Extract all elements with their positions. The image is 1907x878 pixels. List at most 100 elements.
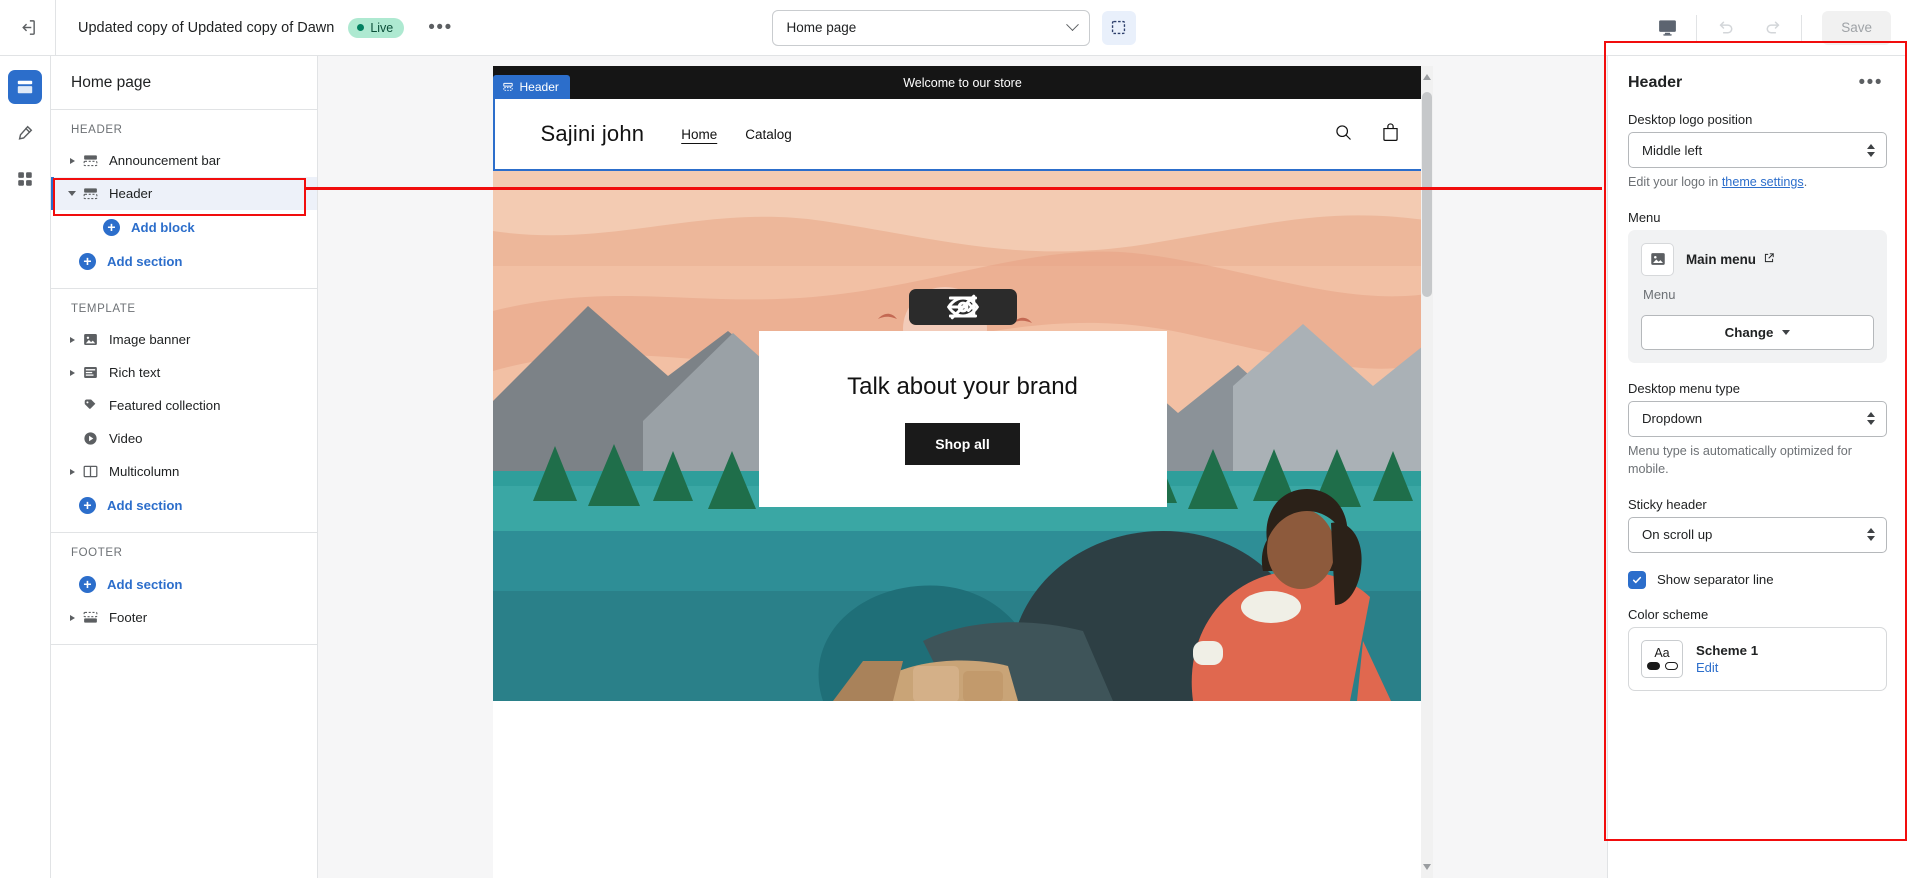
chevron-down-icon[interactable] (65, 191, 79, 196)
editor-body: Home page HEADER Announcement bar Header… (0, 56, 1907, 878)
add-block-button[interactable]: + Add block (51, 210, 317, 244)
group-label-header: HEADER (71, 124, 123, 136)
section-group-footer: FOOTER + Add section Footer (51, 533, 317, 645)
section-tag: Header (492, 75, 570, 99)
toolbar-divider-2 (1801, 14, 1803, 41)
chevron-right-icon[interactable] (65, 157, 79, 164)
theme-editor: Updated copy of Updated copy of Dawn Liv… (0, 0, 1907, 878)
cart-icon[interactable] (1380, 122, 1401, 146)
rail-item-sections[interactable] (8, 70, 42, 104)
status-badge: Live (348, 17, 405, 38)
swatch-text: Aa (1654, 645, 1670, 660)
sidebar-item-header[interactable]: Header (51, 177, 317, 210)
page-selector-value: Home page (786, 20, 857, 35)
search-icon[interactable] (1333, 122, 1354, 146)
chevron-right-icon[interactable] (65, 369, 79, 376)
select-arrows-icon (1867, 528, 1875, 542)
sidebar-item-video[interactable]: Video (51, 422, 317, 455)
sections-list: HEADER Announcement bar Header + Add blo… (51, 110, 317, 878)
select-region-icon[interactable] (1101, 10, 1136, 45)
page-selector[interactable]: Home page (771, 9, 1090, 46)
logo-position-select[interactable]: Middle left (1628, 132, 1887, 168)
separator-line-label: Show separator line (1657, 572, 1774, 588)
external-link-icon[interactable] (1763, 252, 1775, 267)
preview-scrollbar[interactable] (1420, 66, 1433, 878)
featured-collection-icon (79, 397, 101, 414)
section-group-template: TEMPLATE Image banner Rich text Featured… (51, 289, 317, 533)
logo-help-text: Edit your logo in theme settings. (1628, 174, 1887, 192)
settings-more-button[interactable]: ••• (1855, 73, 1887, 92)
color-scheme-card[interactable]: Aa Scheme 1 Edit (1628, 626, 1887, 691)
live-badge-label: Live (370, 20, 394, 35)
change-menu-label: Change (1724, 324, 1774, 340)
section-settings-panel: Header ••• Desktop logo position Middle … (1607, 56, 1907, 878)
color-scheme-label: Color scheme (1628, 606, 1709, 622)
scroll-up-icon[interactable] (1422, 74, 1431, 80)
separator-line-checkbox[interactable] (1628, 570, 1646, 589)
announcement-bar-icon (79, 152, 101, 169)
swatch-dot-filled (1646, 662, 1660, 671)
sidebar-item-label: Image banner (109, 332, 191, 347)
sticky-header-select[interactable]: On scroll up (1628, 516, 1887, 553)
select-arrows-icon (1867, 143, 1875, 157)
icon-rail (0, 56, 51, 878)
color-scheme-edit-link[interactable]: Edit (1696, 660, 1758, 675)
section-tag-label: Header (519, 80, 559, 94)
top-bar: Updated copy of Updated copy of Dawn Liv… (0, 0, 1907, 56)
sidebar-item-featured-collection[interactable]: Featured collection (51, 389, 317, 422)
rail-item-apps[interactable] (8, 162, 42, 196)
sidebar-item-image-banner[interactable]: Image banner (51, 323, 317, 356)
add-block-label: Add block (131, 219, 195, 235)
shop-all-button[interactable]: Shop all (905, 423, 1020, 465)
scrollbar-thumb[interactable] (1421, 92, 1432, 297)
store-actions (1333, 122, 1401, 146)
undo-icon[interactable] (1703, 0, 1749, 56)
color-scheme-swatch-icon: Aa (1641, 639, 1683, 678)
scroll-down-icon[interactable] (1422, 864, 1431, 870)
sidebar-item-announcement-bar[interactable]: Announcement bar (51, 144, 317, 177)
plus-icon: + (79, 496, 96, 514)
exit-icon[interactable] (0, 0, 56, 56)
image-banner-preview[interactable]: Talk about your brand Shop all (492, 171, 1433, 701)
chevron-right-icon[interactable] (65, 468, 79, 475)
rail-item-theme-settings[interactable] (8, 116, 42, 150)
sidebar-item-label: Video (109, 431, 143, 446)
hide-icon[interactable] (946, 293, 1009, 321)
menu-label: Menu (1628, 209, 1661, 225)
top-bar-center: Home page (771, 9, 1136, 46)
theme-actions-menu-button[interactable]: ••• (422, 18, 458, 37)
separator-line-row[interactable]: Show separator line (1628, 570, 1887, 589)
add-section-button-footer[interactable]: + Add section (51, 567, 317, 601)
chevron-right-icon[interactable] (65, 336, 79, 343)
sticky-header-value: On scroll up (1642, 527, 1713, 543)
add-section-button-template[interactable]: + Add section (51, 488, 317, 522)
menu-type-select[interactable]: Dropdown (1628, 400, 1887, 437)
nav-item-home[interactable]: Home (681, 127, 717, 142)
menu-name-label: Main menu (1686, 251, 1756, 267)
color-scheme-name: Scheme 1 (1696, 642, 1759, 658)
sidebar-item-label: Footer (109, 610, 148, 625)
desktop-icon[interactable] (1644, 0, 1690, 56)
sidebar-item-label: Multicolumn (109, 464, 180, 479)
nav-item-catalog[interactable]: Catalog (745, 127, 792, 142)
sidebar-item-multicolumn[interactable]: Multicolumn (51, 455, 317, 488)
theme-settings-link[interactable]: theme settings (1722, 175, 1804, 189)
save-button[interactable]: Save (1822, 10, 1891, 45)
sidebar-item-rich-text[interactable]: Rich text (51, 356, 317, 389)
sidebar-item-footer[interactable]: Footer (51, 601, 317, 634)
menu-type-help: Menu type is automatically optimized for… (1628, 443, 1852, 476)
theme-name: Updated copy of Updated copy of Dawn (78, 19, 335, 36)
announcement-text: Welcome to our store (903, 75, 1022, 90)
preview-header-section[interactable]: Header Sajini john Home Catalog (492, 75, 1433, 171)
redo-icon[interactable] (1749, 0, 1795, 56)
add-section-label: Add section (107, 576, 183, 592)
announcement-bar: Welcome to our store (492, 66, 1433, 99)
change-menu-button[interactable]: Change (1641, 314, 1874, 350)
plus-icon: + (103, 218, 120, 236)
add-section-label: Add section (107, 253, 183, 269)
chevron-right-icon[interactable] (65, 614, 79, 621)
sidebar-item-label: Header (109, 186, 153, 201)
add-section-button-header[interactable]: + Add section (51, 244, 317, 278)
top-bar-left: Updated copy of Updated copy of Dawn Liv… (0, 0, 459, 56)
sticky-header-label: Sticky header (1628, 496, 1707, 512)
